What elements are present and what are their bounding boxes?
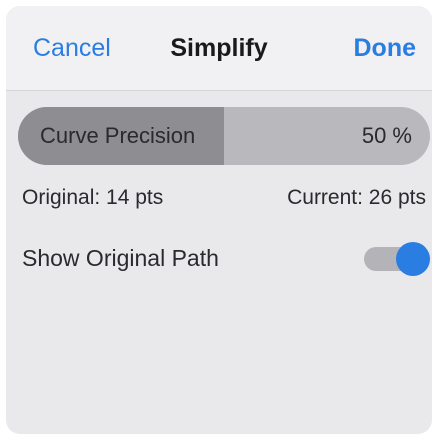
current-points-count: Current: 26 pts (287, 186, 426, 209)
slider-label: Curve Precision (40, 123, 196, 148)
panel-header: Cancel Simplify Done (6, 6, 432, 91)
curve-precision-slider[interactable]: Curve Precision 50 % (18, 107, 430, 165)
done-button[interactable]: Done (354, 32, 417, 64)
original-points-count: Original: 14 pts (22, 186, 164, 209)
cancel-button[interactable]: Cancel (33, 32, 111, 64)
simplify-panel: Cancel Simplify Done Curve Precision 50 … (6, 6, 432, 434)
toggle-knob (396, 242, 430, 276)
show-original-path-label: Show Original Path (22, 245, 219, 271)
show-original-path-toggle[interactable] (364, 242, 430, 276)
slider-value: 50 % (361, 123, 412, 148)
